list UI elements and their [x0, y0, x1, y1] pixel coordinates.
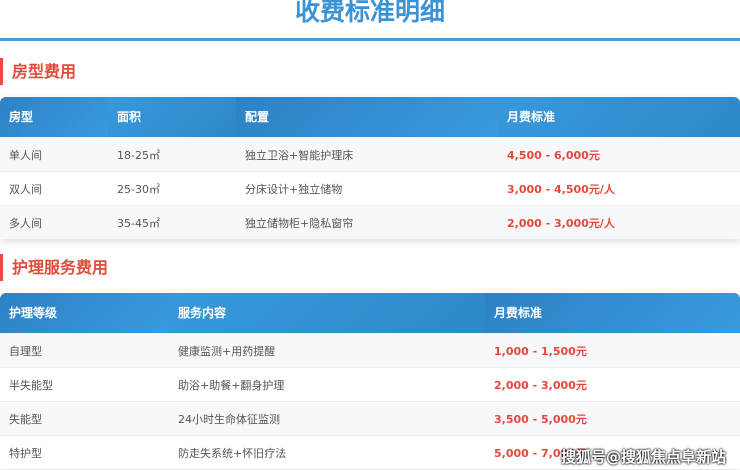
cell: 自理型: [9, 344, 42, 358]
cell: 单人间: [9, 148, 42, 162]
cell: 双人间: [9, 182, 42, 196]
section-heading-room: 房型费用: [0, 58, 76, 85]
cell: 防走失系统+怀旧疗法: [178, 446, 287, 460]
watermark: 搜狐号@搜狐焦点阜新站: [560, 448, 726, 466]
cell: 失能型: [9, 412, 42, 426]
table-row: 失能型 24小时生命体征监测 3,500 - 5,000元: [0, 401, 740, 435]
table-row: 自理型 健康监测+用药提醒 1,000 - 1,500元: [0, 333, 740, 367]
price-cell: 3,000 - 4,500元/人: [507, 182, 615, 196]
table-header: 护理等级 服务内容 月费标准: [0, 293, 740, 333]
page-title: 收费标准明细: [294, 0, 445, 26]
cell: 半失能型: [9, 378, 53, 392]
cell: 健康监测+用药提醒: [178, 344, 276, 358]
column-header: 护理等级: [0, 293, 169, 333]
cell: 18-25㎡: [117, 148, 160, 162]
table-row: 多人间 35-45㎡ 独立储物柜+隐私窗帘 2,000 - 3,000元/人: [0, 205, 740, 239]
column-header: 月费标准: [498, 97, 740, 137]
title-divider: [0, 38, 740, 41]
column-header: 配置: [236, 97, 498, 137]
table-header: 房型 面积 配置 月费标准: [0, 97, 740, 137]
table-row: 单人间 18-25㎡ 独立卫浴+智能护理床 4,500 - 6,000元: [0, 137, 740, 171]
room-fee-table: 房型 面积 配置 月费标准 单人间 18-25㎡ 独立卫浴+智能护理床 4,50…: [0, 97, 740, 239]
cell: 多人间: [9, 216, 42, 230]
column-header: 面积: [108, 97, 236, 137]
price-cell: 2,000 - 3,000元/人: [507, 216, 615, 230]
cell: 特护型: [9, 446, 42, 460]
price-cell: 3,500 - 5,000元: [494, 412, 587, 426]
column-header: 服务内容: [169, 293, 485, 333]
price-cell: 4,500 - 6,000元: [507, 148, 600, 162]
care-fee-table: 护理等级 服务内容 月费标准 自理型 健康监测+用药提醒 1,000 - 1,5…: [0, 293, 740, 469]
cell: 分床设计+独立储物: [245, 182, 343, 196]
price-cell: 1,000 - 1,500元: [494, 344, 587, 358]
cell: 35-45㎡: [117, 216, 160, 230]
cell: 25-30㎡: [117, 182, 160, 196]
table-row: 半失能型 助浴+助餐+翻身护理 2,000 - 3,000元: [0, 367, 740, 401]
column-header: 月费标准: [485, 293, 740, 333]
cell: 24小时生命体征监测: [178, 412, 280, 426]
cell: 独立储物柜+隐私窗帘: [245, 216, 354, 230]
cell: 助浴+助餐+翻身护理: [178, 378, 285, 392]
price-cell: 2,000 - 3,000元: [494, 378, 587, 392]
column-header: 房型: [0, 97, 108, 137]
section-heading-care: 护理服务费用: [0, 254, 108, 281]
cell: 独立卫浴+智能护理床: [245, 148, 354, 162]
table-row: 双人间 25-30㎡ 分床设计+独立储物 3,000 - 4,500元/人: [0, 171, 740, 205]
